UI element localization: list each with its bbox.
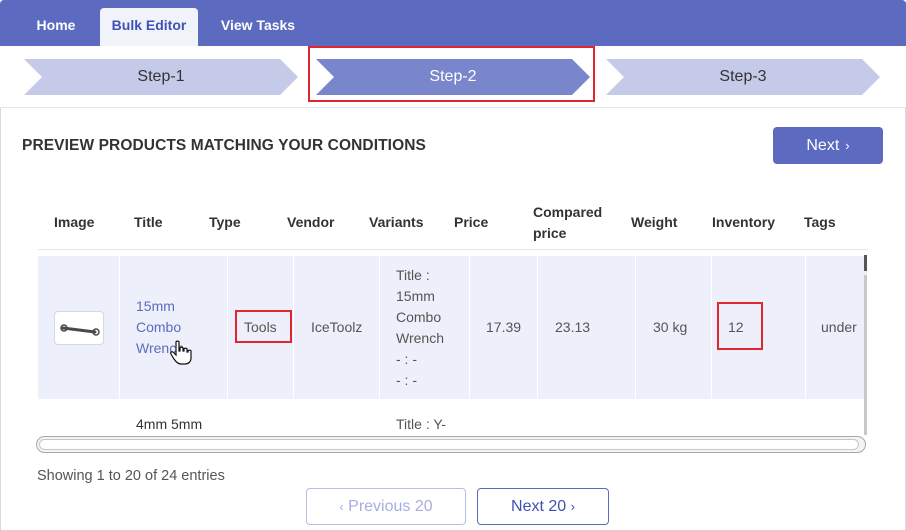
next-button-label: Next bbox=[806, 137, 840, 154]
title-cell: 4mm 5mm bbox=[120, 400, 228, 440]
step-1[interactable]: Step-1 bbox=[24, 59, 298, 95]
title-line: 15mm bbox=[136, 298, 175, 314]
compared-price-cell: 23.13 bbox=[538, 256, 636, 399]
hand-pointer-cursor-icon bbox=[170, 340, 192, 365]
page-heading: PREVIEW PRODUCTS MATCHING YOUR CONDITION… bbox=[22, 137, 426, 154]
column-header-label: Image bbox=[54, 214, 95, 230]
vertical-scrollbar[interactable] bbox=[864, 255, 868, 440]
column-header-type[interactable]: Type bbox=[206, 196, 272, 250]
top-tab-bar: Home Bulk Editor View Tasks bbox=[0, 0, 906, 46]
variant-line: 15mm bbox=[396, 287, 435, 304]
column-header-compared-price[interactable]: Compared price bbox=[520, 196, 614, 250]
column-header-label: Price bbox=[454, 214, 489, 230]
column-header-label: Compared price bbox=[533, 202, 602, 244]
image-cell bbox=[38, 256, 120, 399]
title-cell: 15mm Combo Wrench bbox=[120, 256, 228, 399]
weight-cell: 30 kg bbox=[636, 256, 712, 399]
variant-line: - : - bbox=[396, 350, 417, 367]
step-3-label: Step-3 bbox=[719, 68, 767, 85]
column-header-label: Type bbox=[209, 214, 241, 230]
column-header-tags[interactable]: Tags bbox=[790, 196, 868, 250]
product-title-link[interactable]: 4mm 5mm bbox=[136, 414, 202, 435]
title-line: Combo bbox=[136, 319, 182, 335]
variants-cell: Title : 15mm Combo Wrench - : - - : - bbox=[380, 256, 470, 399]
vertical-scrollbar-thumb[interactable] bbox=[864, 255, 867, 271]
column-header-inventory[interactable]: Inventory bbox=[696, 196, 790, 250]
weight-value: 30 kg bbox=[653, 319, 688, 335]
compared-price-value: 23.13 bbox=[555, 319, 591, 335]
chevron-right-icon: › bbox=[845, 138, 850, 153]
step-2-highlight-box bbox=[308, 46, 595, 102]
column-header-label: Title bbox=[134, 214, 163, 230]
variant-line: Wrench bbox=[396, 329, 444, 346]
type-highlight-box bbox=[235, 310, 292, 343]
price-cell: 17.39 bbox=[470, 256, 538, 399]
tab-bulk-editor[interactable]: Bulk Editor bbox=[100, 8, 198, 46]
wrench-icon bbox=[60, 323, 100, 336]
chevron-right-icon: › bbox=[570, 499, 575, 514]
variants-value: Title : 15mm Combo Wrench - : - - : - bbox=[396, 265, 444, 391]
column-header-variants[interactable]: Variants bbox=[354, 196, 440, 250]
compared-line-2: price bbox=[533, 224, 567, 241]
vendor-value: IceToolz bbox=[311, 319, 363, 335]
vendor-cell: IceToolz bbox=[294, 256, 380, 399]
variants-value: Title : Y- bbox=[396, 416, 447, 432]
horizontal-scrollbar-thumb[interactable] bbox=[39, 439, 859, 450]
entries-info: Showing 1 to 20 of 24 entries bbox=[37, 468, 225, 484]
vertical-scrollbar-track bbox=[864, 275, 867, 435]
variant-line: Combo bbox=[396, 308, 442, 325]
compared-line-1: Compared bbox=[533, 203, 603, 220]
variants-cell: Title : Y- bbox=[380, 400, 470, 440]
next-20-button[interactable]: Next 20 › bbox=[477, 488, 609, 525]
next-20-label: Next 20 bbox=[511, 498, 567, 515]
variant-line: Title : bbox=[396, 266, 430, 283]
column-header-label: Variants bbox=[369, 214, 424, 230]
tags-cell: under bbox=[806, 256, 868, 399]
price-value: 17.39 bbox=[486, 319, 522, 335]
step-1-label: Step-1 bbox=[137, 68, 185, 85]
inventory-highlight-box bbox=[717, 302, 763, 350]
variant-line: - : - bbox=[396, 371, 417, 388]
previous-20-label: Previous 20 bbox=[348, 498, 433, 515]
next-button[interactable]: Next › bbox=[773, 127, 883, 164]
column-header-label: Vendor bbox=[287, 214, 335, 230]
horizontal-scrollbar[interactable] bbox=[36, 436, 866, 453]
column-header-label: Tags bbox=[804, 214, 836, 230]
column-header-label: Inventory bbox=[712, 214, 776, 230]
tab-home[interactable]: Home bbox=[22, 8, 90, 46]
step-3[interactable]: Step-3 bbox=[606, 59, 880, 95]
column-header-label: Weight bbox=[631, 214, 678, 230]
table-row[interactable]: 4mm 5mm Title : Y- bbox=[38, 400, 868, 440]
chevron-left-icon: ‹ bbox=[339, 499, 344, 514]
tab-view-tasks[interactable]: View Tasks bbox=[206, 8, 310, 46]
column-header-weight[interactable]: Weight bbox=[614, 196, 696, 250]
column-header-image[interactable]: Image bbox=[38, 196, 124, 250]
tags-value: under bbox=[821, 319, 857, 335]
product-thumbnail[interactable] bbox=[54, 310, 104, 345]
previous-20-button[interactable]: ‹ Previous 20 bbox=[306, 488, 466, 525]
column-header-title[interactable]: Title bbox=[124, 196, 206, 250]
column-header-vendor[interactable]: Vendor bbox=[272, 196, 354, 250]
column-header-price[interactable]: Price bbox=[440, 196, 520, 250]
